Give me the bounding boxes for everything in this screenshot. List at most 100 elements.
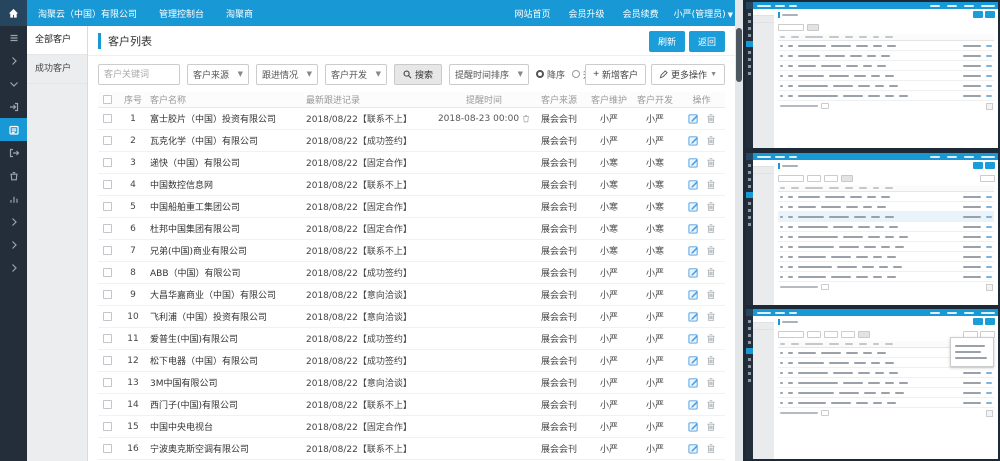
sidebar-item[interactable]: 成功客户 bbox=[27, 55, 87, 84]
keyword-input[interactable] bbox=[98, 64, 180, 85]
row-checkbox[interactable] bbox=[103, 180, 112, 189]
delete-icon[interactable] bbox=[706, 201, 716, 212]
nav-left-item[interactable]: 淘聚商 bbox=[215, 7, 264, 20]
edit-icon[interactable] bbox=[688, 135, 699, 146]
develop-select[interactable]: 客户开发▼ bbox=[325, 64, 387, 85]
row-checkbox[interactable] bbox=[103, 334, 112, 343]
row-checkbox[interactable] bbox=[103, 202, 112, 211]
preview-thumbnail-2[interactable] bbox=[746, 153, 998, 305]
user-menu[interactable]: 小严(管理员)▼ bbox=[668, 7, 743, 20]
rail-item-chevron-right[interactable] bbox=[0, 49, 27, 72]
sort-select[interactable]: 提醒时间排序▼ bbox=[449, 64, 529, 85]
row-checkbox[interactable] bbox=[103, 422, 112, 431]
more-actions-button[interactable]: 更多操作 ▼ bbox=[651, 64, 725, 85]
thumb-row-bar bbox=[798, 206, 816, 208]
followup-select[interactable]: 跟进情况▼ bbox=[256, 64, 318, 85]
vertical-scrollbar[interactable] bbox=[735, 0, 743, 461]
thumb-rail-dot bbox=[746, 192, 753, 198]
preview-thumbnail-1[interactable] bbox=[746, 2, 998, 148]
thumb-row-date-bar bbox=[963, 85, 981, 87]
row-checkbox[interactable] bbox=[103, 400, 112, 409]
add-customer-button[interactable]: + 新增客户 bbox=[585, 64, 646, 85]
row-checkbox[interactable] bbox=[103, 268, 112, 277]
edit-icon[interactable] bbox=[688, 113, 699, 124]
rail-item-login[interactable] bbox=[0, 95, 27, 118]
row-checkbox[interactable] bbox=[103, 444, 112, 453]
select-all-checkbox[interactable] bbox=[103, 95, 112, 104]
thumb-rail-dot bbox=[748, 27, 751, 30]
nav-left-item[interactable]: 管理控制台 bbox=[148, 7, 215, 20]
thumb-table-row bbox=[778, 192, 994, 202]
row-checkbox[interactable] bbox=[103, 158, 112, 167]
thumb-row-bar bbox=[780, 266, 783, 268]
thumb-nav-dash bbox=[930, 5, 940, 7]
edit-icon[interactable] bbox=[688, 311, 699, 322]
rail-item-customer-list[interactable] bbox=[0, 118, 27, 141]
row-checkbox[interactable] bbox=[103, 312, 112, 321]
edit-icon[interactable] bbox=[688, 201, 699, 212]
edit-icon[interactable] bbox=[688, 245, 699, 256]
home-icon[interactable] bbox=[0, 0, 27, 26]
sidebar-item[interactable]: 全部客户 bbox=[27, 26, 87, 55]
row-checkbox[interactable] bbox=[103, 114, 112, 123]
rail-item-chevron-down[interactable] bbox=[0, 72, 27, 95]
thumb-pagination bbox=[778, 282, 994, 292]
preview-panel bbox=[743, 0, 1000, 461]
edit-icon[interactable] bbox=[688, 443, 699, 454]
edit-icon[interactable] bbox=[688, 157, 699, 168]
delete-icon[interactable] bbox=[706, 267, 716, 278]
delete-icon[interactable] bbox=[706, 443, 716, 454]
preview-thumbnail-3[interactable] bbox=[746, 309, 998, 459]
delete-icon[interactable] bbox=[706, 135, 716, 146]
operations-cell bbox=[678, 399, 725, 410]
sort-desc-radio[interactable]: 降序 bbox=[536, 68, 565, 81]
edit-icon[interactable] bbox=[688, 223, 699, 234]
maintainer-cell: 小严 bbox=[586, 266, 632, 279]
edit-icon[interactable] bbox=[688, 289, 699, 300]
rail-item-chevron-right[interactable] bbox=[0, 256, 27, 279]
rail-item-trash[interactable] bbox=[0, 164, 27, 187]
rail-item-chart[interactable] bbox=[0, 187, 27, 210]
source-select[interactable]: 客户来源▼ bbox=[187, 64, 249, 85]
rail-item-menu[interactable] bbox=[0, 26, 27, 49]
row-checkbox[interactable] bbox=[103, 356, 112, 365]
row-checkbox[interactable] bbox=[103, 290, 112, 299]
nav-right-item[interactable]: 会员升级 bbox=[560, 7, 614, 20]
delete-icon[interactable] bbox=[706, 157, 716, 168]
rail-item-chevron-right[interactable] bbox=[0, 233, 27, 256]
search-button[interactable]: 搜索 bbox=[394, 64, 442, 85]
scrollbar-thumb[interactable] bbox=[736, 28, 742, 82]
nav-right-item[interactable]: 网站首页 bbox=[506, 7, 560, 20]
row-checkbox[interactable] bbox=[103, 224, 112, 233]
edit-icon[interactable] bbox=[688, 267, 699, 278]
nav-right-item[interactable]: 会员续费 bbox=[614, 7, 668, 20]
delete-icon[interactable] bbox=[706, 223, 716, 234]
delete-icon[interactable] bbox=[706, 179, 716, 190]
rail-item-logout[interactable] bbox=[0, 141, 27, 164]
edit-icon[interactable] bbox=[688, 179, 699, 190]
delete-icon[interactable] bbox=[706, 421, 716, 432]
edit-icon[interactable] bbox=[688, 399, 699, 410]
delete-icon[interactable] bbox=[706, 377, 716, 388]
delete-icon[interactable] bbox=[706, 311, 716, 322]
delete-icon[interactable] bbox=[706, 289, 716, 300]
delete-icon[interactable] bbox=[706, 333, 716, 344]
rail-item-chevron-right[interactable] bbox=[0, 210, 27, 233]
row-checkbox[interactable] bbox=[103, 136, 112, 145]
refresh-button[interactable]: 刷新 bbox=[649, 31, 685, 52]
row-checkbox[interactable] bbox=[103, 246, 112, 255]
edit-icon[interactable] bbox=[688, 421, 699, 432]
reminder-delete-icon[interactable] bbox=[522, 114, 530, 123]
source-cell: 展会会刊 bbox=[532, 156, 586, 169]
delete-icon[interactable] bbox=[706, 355, 716, 366]
table-row: 1富士胶片（中国）投资有限公司2018/08/22【联系不上】2018-08-2… bbox=[98, 108, 725, 130]
nav-left-item[interactable]: 淘聚云（中国）有限公司 bbox=[27, 7, 148, 20]
delete-icon[interactable] bbox=[706, 113, 716, 124]
edit-icon[interactable] bbox=[688, 333, 699, 344]
row-checkbox[interactable] bbox=[103, 378, 112, 387]
edit-icon[interactable] bbox=[688, 377, 699, 388]
back-button[interactable]: 返回 bbox=[689, 31, 725, 52]
edit-icon[interactable] bbox=[688, 355, 699, 366]
delete-icon[interactable] bbox=[706, 399, 716, 410]
delete-icon[interactable] bbox=[706, 245, 716, 256]
